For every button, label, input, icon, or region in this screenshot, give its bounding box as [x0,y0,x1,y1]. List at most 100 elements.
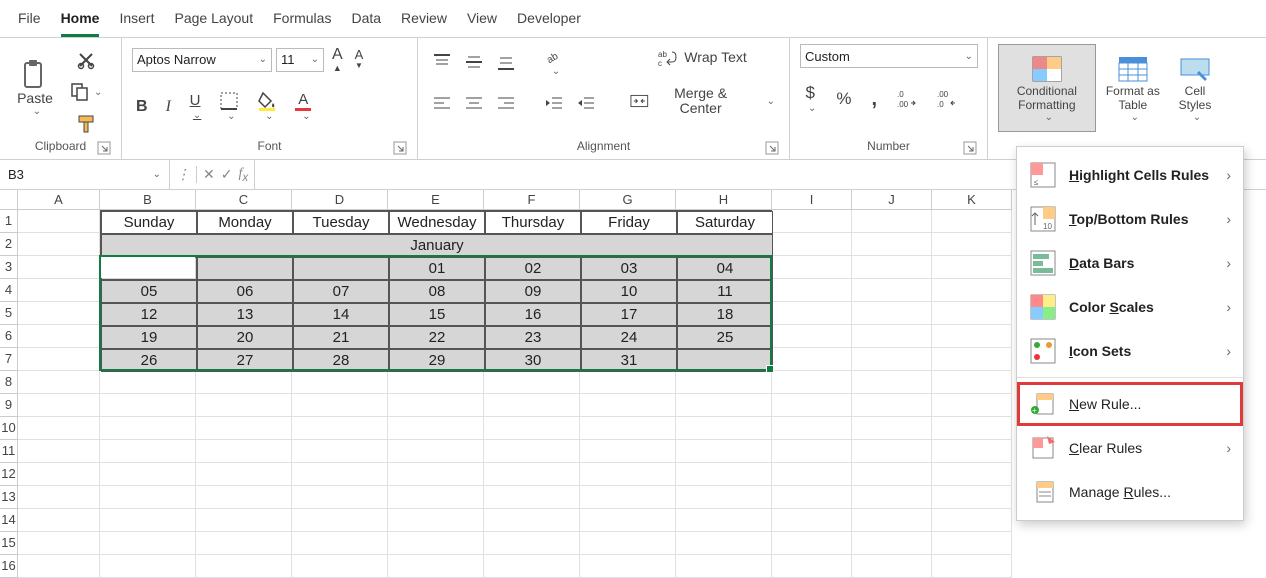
row-header-6[interactable]: 6 [0,325,18,348]
row-header-13[interactable]: 13 [0,486,18,509]
tab-formulas[interactable]: Formulas [273,10,331,37]
tab-developer[interactable]: Developer [517,10,581,37]
align-center-button[interactable] [460,91,488,115]
calendar-date-cell[interactable]: 24 [581,326,677,349]
row-header-5[interactable]: 5 [0,302,18,325]
calendar-date-cell[interactable]: 08 [389,280,485,303]
format-as-table-button[interactable]: Format as Table⌄ [1098,44,1168,132]
calendar-date-cell[interactable]: 11 [677,280,773,303]
row-header-10[interactable]: 10 [0,417,18,440]
calendar-date-cell[interactable]: 01 [389,257,485,280]
decrease-decimal-button[interactable]: .00.0 [933,87,961,111]
calendar-date-cell[interactable]: 04 [677,257,773,280]
menu-item-clear-rules[interactable]: Clear Rules› [1017,426,1243,470]
fx-icon[interactable]: fx [238,166,248,184]
increase-font-button[interactable]: A▲ [328,44,347,75]
font-color-button[interactable]: A⌄ [291,90,315,125]
borders-button[interactable]: ⌄ [215,89,243,124]
font-name-select[interactable]: Aptos Narrow⌄ [132,48,272,72]
number-format-select[interactable]: Custom⌄ [800,44,978,68]
currency-button[interactable]: $⌄ [800,82,820,116]
font-size-select[interactable]: 11⌄ [276,48,324,72]
calendar-date-cell[interactable] [677,349,773,372]
bold-button[interactable]: B [132,96,152,118]
calendar-date-cell[interactable]: 26 [101,349,197,372]
format-painter-button[interactable] [66,112,106,136]
calendar-date-cell[interactable]: 12 [101,303,197,326]
row-header-2[interactable]: 2 [0,233,18,256]
tab-file[interactable]: File [18,10,41,37]
row-header-8[interactable]: 8 [0,371,18,394]
conditional-formatting-button[interactable]: Conditional Formatting⌄ [998,44,1096,132]
tab-home[interactable]: Home [61,10,100,37]
active-cell[interactable] [101,257,195,278]
calendar-date-cell[interactable] [197,257,293,280]
font-dialog-launcher[interactable] [393,141,407,155]
decrease-font-button[interactable]: A▼ [351,46,368,73]
name-box[interactable]: B3⌄ [0,160,170,189]
calendar-date-cell[interactable]: 30 [485,349,581,372]
menu-item-highlight-cells-rules[interactable]: ≤Highlight Cells Rules› [1017,153,1243,197]
row-header-1[interactable]: 1 [0,210,18,233]
select-all-corner[interactable] [0,190,18,210]
calendar-date-cell[interactable]: 05 [101,280,197,303]
column-header-H[interactable]: H [676,190,772,210]
merge-center-button[interactable]: Merge & Center⌄ [626,84,779,119]
increase-indent-button[interactable] [572,91,600,115]
row-header-11[interactable]: 11 [0,440,18,463]
column-header-B[interactable]: B [100,190,196,210]
menu-item-color-scales[interactable]: Color Scales› [1017,285,1243,329]
calendar-date-cell[interactable]: 03 [581,257,677,280]
italic-button[interactable]: I [162,96,175,118]
calendar-date-cell[interactable]: 28 [293,349,389,372]
calendar-date-cell[interactable]: 07 [293,280,389,303]
comma-button[interactable]: , [868,86,882,112]
tab-page-layout[interactable]: Page Layout [174,10,253,37]
cell-styles-button[interactable]: Cell Styles⌄ [1170,44,1220,132]
align-bottom-button[interactable] [492,50,520,74]
calendar-date-cell[interactable]: 09 [485,280,581,303]
calendar-date-cell[interactable]: 20 [197,326,293,349]
column-header-A[interactable]: A [18,190,100,210]
calendar-date-cell[interactable]: 14 [293,303,389,326]
menu-item-new-rule-[interactable]: +New Rule... [1017,382,1243,426]
calendar-date-cell[interactable]: 31 [581,349,677,372]
row-header-15[interactable]: 15 [0,532,18,555]
menu-item-manage-rules-[interactable]: Manage Rules... [1017,470,1243,514]
increase-decimal-button[interactable]: .0.00 [893,87,921,111]
enter-formula-icon[interactable]: ✓ [221,166,233,183]
calendar-date-cell[interactable]: 27 [197,349,293,372]
number-dialog-launcher[interactable] [963,141,977,155]
column-header-J[interactable]: J [852,190,932,210]
menu-item-icon-sets[interactable]: Icon Sets› [1017,329,1243,373]
column-header-C[interactable]: C [196,190,292,210]
calendar-date-cell[interactable]: 02 [485,257,581,280]
menu-item-data-bars[interactable]: Data Bars› [1017,241,1243,285]
calendar-date-cell[interactable]: 18 [677,303,773,326]
tab-view[interactable]: View [467,10,497,37]
wrap-text-button[interactable]: abcWrap Text [626,46,779,70]
copy-button[interactable]: ⌄ [66,80,106,104]
calendar-date-cell[interactable] [293,257,389,280]
calendar-date-cell[interactable]: 21 [293,326,389,349]
row-header-9[interactable]: 9 [0,394,18,417]
row-header-12[interactable]: 12 [0,463,18,486]
calendar-date-cell[interactable]: 10 [581,280,677,303]
row-header-7[interactable]: 7 [0,348,18,371]
underline-button[interactable]: U⌄ [185,91,205,123]
calendar-date-cell[interactable]: 17 [581,303,677,326]
align-right-button[interactable] [492,91,520,115]
calendar-date-cell[interactable]: 13 [197,303,293,326]
calendar-date-cell[interactable]: 29 [389,349,485,372]
align-middle-button[interactable] [460,50,488,74]
column-header-F[interactable]: F [484,190,580,210]
align-top-button[interactable] [428,50,456,74]
paste-button[interactable]: Paste ⌄ [10,44,60,132]
tab-data[interactable]: Data [351,10,381,37]
row-header-16[interactable]: 16 [0,555,18,578]
column-header-G[interactable]: G [580,190,676,210]
percent-button[interactable]: % [832,88,855,111]
column-header-E[interactable]: E [388,190,484,210]
column-header-I[interactable]: I [772,190,852,210]
align-left-button[interactable] [428,91,456,115]
